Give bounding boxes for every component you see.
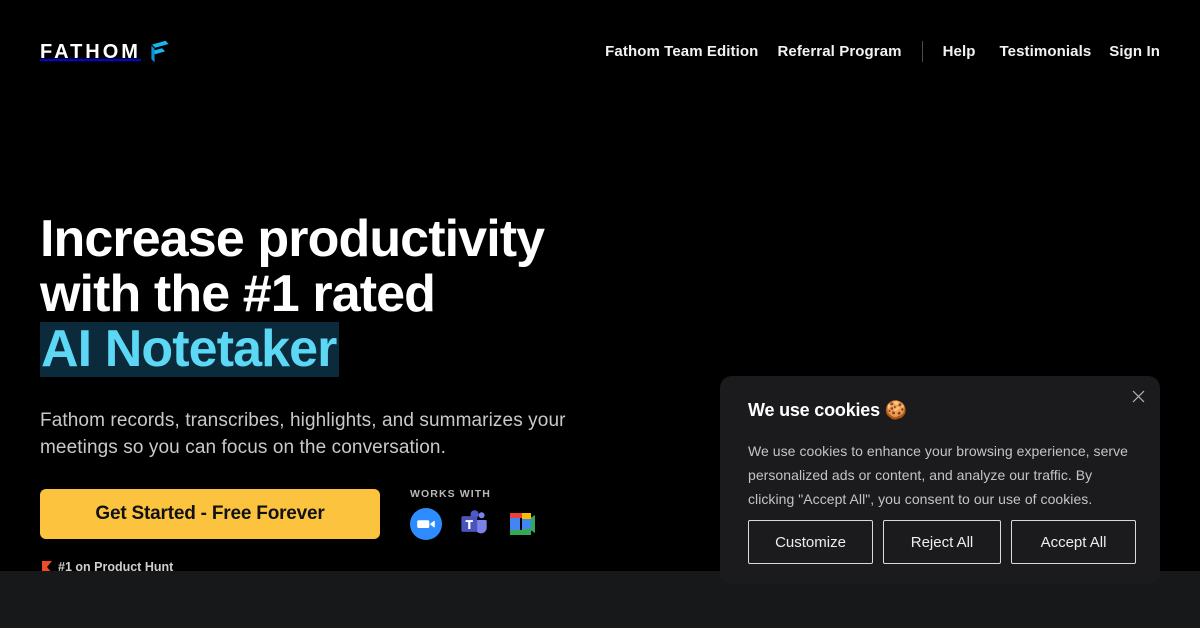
- customize-cookies-button[interactable]: Customize: [748, 520, 873, 564]
- microsoft-teams-icon[interactable]: [458, 508, 490, 540]
- landing-page: FATHOM Fathom Team Edition Referral Prog…: [0, 0, 1200, 628]
- nav-divider: [921, 41, 923, 62]
- zoom-icon[interactable]: [410, 508, 442, 540]
- hero-section: Increase productivity with the #1 rated …: [40, 212, 640, 461]
- nav-item-sign-in[interactable]: Sign In: [1109, 43, 1160, 60]
- fathom-f-logo-icon: [150, 40, 172, 63]
- cookie-banner-body: We use cookies to enhance your browsing …: [748, 443, 1129, 507]
- get-started-button[interactable]: Get Started - Free Forever: [40, 489, 380, 539]
- accept-all-cookies-button[interactable]: Accept All: [1011, 520, 1136, 564]
- headline-highlight: AI Notetaker: [40, 320, 339, 378]
- cookie-consent-banner: We use cookies 🍪 We use cookies to enhan…: [720, 376, 1160, 584]
- nav-item-testimonials[interactable]: Testimonials: [1000, 43, 1092, 60]
- site-header: FATHOM Fathom Team Edition Referral Prog…: [0, 0, 1200, 105]
- headline-line-2: with the #1 rated: [40, 265, 436, 323]
- nav-item-fathom-team-edition[interactable]: Fathom Team Edition: [605, 43, 758, 60]
- works-with-group: WORKS WITH: [410, 488, 538, 540]
- nav-item-referral-program[interactable]: Referral Program: [777, 43, 901, 60]
- works-with-icons: [410, 508, 538, 540]
- fathom-logo[interactable]: FATHOM: [40, 40, 172, 63]
- logo-wordmark: FATHOM: [40, 40, 141, 63]
- hero-cta-row: Get Started - Free Forever WORKS WITH: [40, 488, 538, 540]
- cookie-banner-actions: Customize Reject All Accept All: [748, 520, 1136, 564]
- main-navigation: Fathom Team Edition Referral Program Hel…: [605, 41, 1160, 62]
- headline-line-1: Increase productivity: [40, 210, 545, 268]
- google-meet-icon[interactable]: [506, 508, 538, 540]
- reject-all-cookies-button[interactable]: Reject All: [883, 520, 1001, 564]
- cookie-banner-title: We use cookies 🍪: [748, 400, 907, 420]
- hero-subheadline: Fathom records, transcribes, highlights,…: [40, 410, 566, 458]
- page-title: Increase productivity with the #1 rated …: [40, 212, 640, 377]
- nav-item-help[interactable]: Help: [943, 43, 976, 60]
- close-icon[interactable]: [1128, 386, 1148, 406]
- works-with-label: WORKS WITH: [410, 488, 491, 500]
